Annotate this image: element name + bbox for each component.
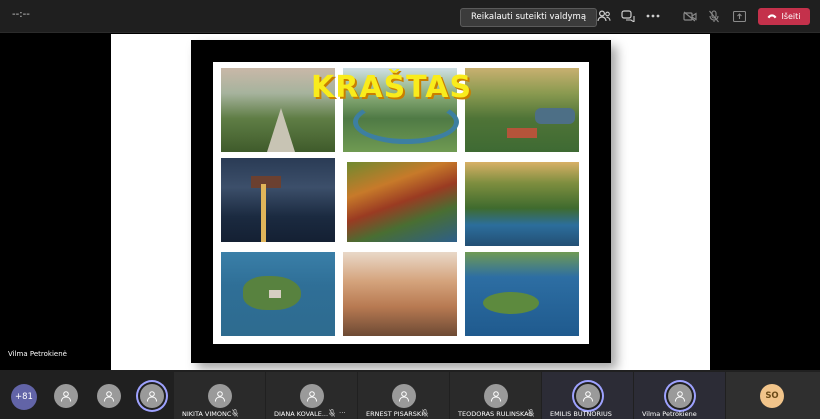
participant-initials-avatar: SO [760, 384, 784, 408]
shared-content-stage: KRAŠTAS [0, 33, 820, 370]
leave-button[interactable]: Išeiti [758, 8, 810, 25]
participant-avatar-speaking[interactable] [140, 384, 164, 408]
slide-title: KRAŠTAS [311, 70, 473, 105]
meeting-top-bar: --:-- Reikalauti suteikti valdymą Išeiti [0, 0, 820, 33]
chat-icon[interactable] [620, 8, 636, 24]
presenter-name-label: Vilma Petrokienė [8, 350, 67, 358]
mic-muted-icon [232, 409, 238, 419]
more-participants-badge[interactable]: +81 [11, 384, 37, 410]
participant-avatar [484, 384, 508, 408]
participant-avatar[interactable] [97, 384, 121, 408]
person-icon [491, 391, 501, 402]
share-tray-icon[interactable] [731, 8, 747, 24]
photo-lake-island-house [221, 252, 335, 336]
mic-muted-icon [422, 409, 428, 419]
photo-collage: KRAŠTAS [213, 62, 589, 344]
photo-lake-woods [465, 162, 579, 246]
participant-avatar[interactable] [54, 384, 78, 408]
person-icon [399, 391, 409, 402]
participants-icon[interactable] [596, 8, 612, 24]
more-options-icon[interactable]: ··· [339, 409, 346, 417]
meeting-timer: --:-- [12, 9, 30, 20]
participant-name: ERNEST PISARSKI [366, 410, 424, 418]
person-icon [147, 391, 157, 402]
participant-avatar [208, 384, 232, 408]
mic-muted-icon [329, 409, 335, 419]
participant-tile[interactable]: ERNEST PISARSKI [358, 372, 449, 419]
participant-avatar [576, 384, 600, 408]
person-icon [675, 391, 685, 402]
participant-name: DIANA KOVALE... [274, 410, 329, 418]
slide-black-frame: KRAŠTAS [191, 40, 611, 363]
shared-slide: KRAŠTAS [111, 34, 710, 370]
person-icon [104, 391, 114, 402]
photo-autumn-forest [347, 162, 457, 242]
leave-label: Išeiti [781, 12, 801, 21]
participant-tile[interactable]: DIANA KOVALE... ··· [266, 372, 357, 419]
participant-avatar [300, 384, 324, 408]
participant-name: Vilma Petrokiene [642, 410, 697, 418]
participant-name: EMILIS BUTNORIUS [550, 410, 612, 418]
participant-name: TEODORAS RULINSKAS [458, 410, 533, 418]
photo-misty-sunrise [343, 252, 457, 336]
phone-hangup-icon [767, 8, 777, 25]
more-options-icon[interactable] [645, 8, 661, 24]
person-icon [307, 391, 317, 402]
mic-off-icon[interactable] [706, 8, 722, 24]
participant-tile[interactable]: TEODORAS RULINSKAS [450, 372, 541, 419]
person-icon [583, 391, 593, 402]
participant-avatar [668, 384, 692, 408]
photo-estate-sunset [465, 68, 579, 152]
participant-tile-speaking[interactable]: EMILIS BUTNORIUS [542, 372, 633, 419]
participant-tile-so[interactable]: SO [726, 372, 820, 419]
photo-blue-lake-island [465, 252, 579, 336]
request-control-button[interactable]: Reikalauti suteikti valdymą [460, 8, 598, 27]
person-icon [61, 391, 71, 402]
participant-tile[interactable]: NIKITA VIMONC [174, 372, 265, 419]
person-icon [215, 391, 225, 402]
participant-name: NIKITA VIMONC [182, 410, 232, 418]
photo-castle-bridge [221, 158, 335, 242]
mic-muted-icon [528, 409, 534, 419]
participant-tile-speaking[interactable]: Vilma Petrokiene [634, 372, 725, 419]
participant-avatar [392, 384, 416, 408]
camera-off-icon[interactable] [682, 8, 698, 24]
